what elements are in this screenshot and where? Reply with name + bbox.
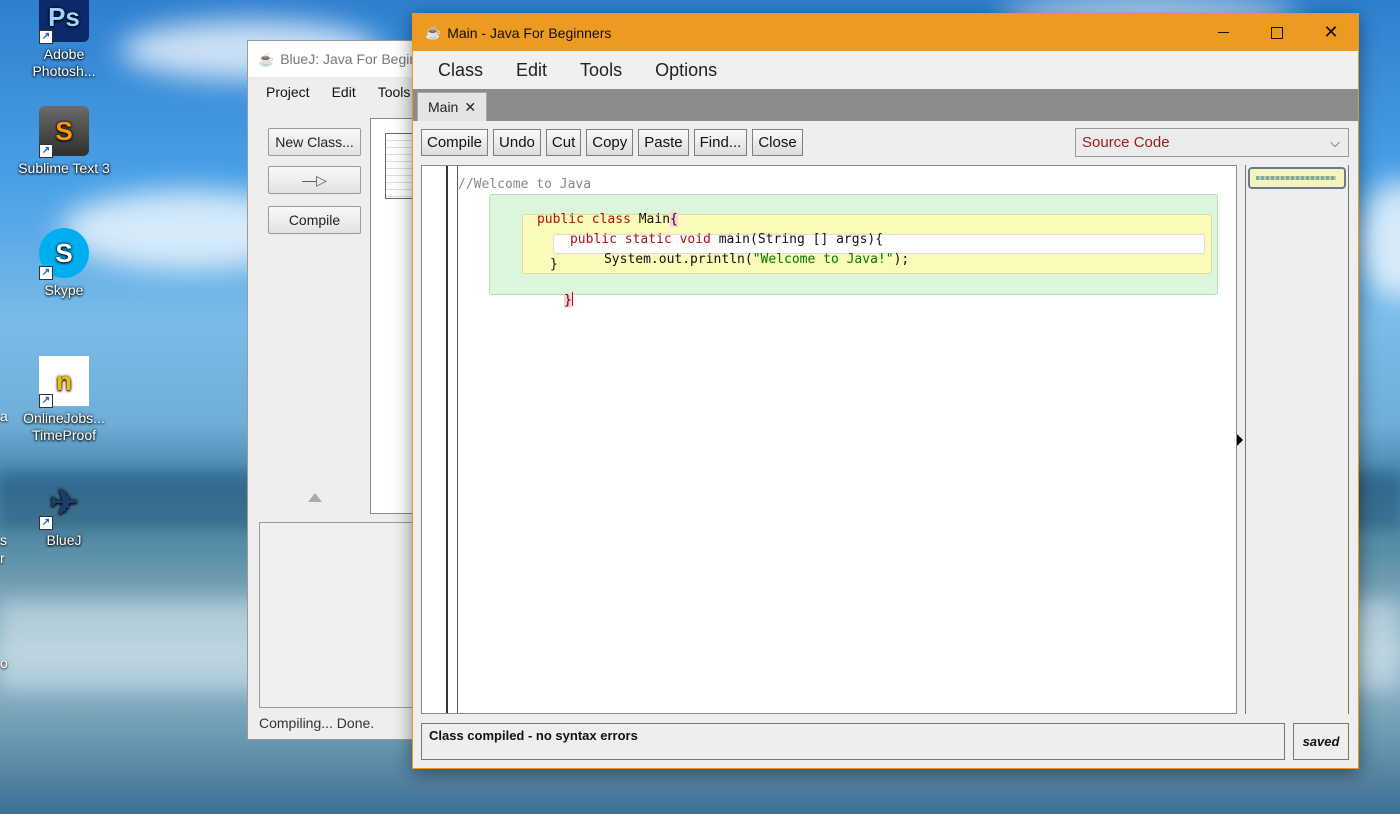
desktop-icon-sublime[interactable]: S ↗ Sublime Text 3 xyxy=(16,106,112,177)
editor-window-title: Main - Java For Beginners xyxy=(447,24,612,41)
shortcut-arrow-icon: ↗ xyxy=(39,266,53,280)
editor-titlebar[interactable]: ☕ Main - Java For Beginners ✕ xyxy=(413,14,1358,51)
java-icon: ☕ xyxy=(425,24,442,40)
maximize-icon xyxy=(1271,26,1283,39)
close-button[interactable]: Close xyxy=(752,129,803,156)
minimize-icon xyxy=(1217,32,1229,33)
close-window-button[interactable]: ✕ xyxy=(1304,14,1358,51)
matched-brace: } xyxy=(563,293,572,308)
line-gutter[interactable] xyxy=(422,166,458,713)
menu-class[interactable]: Class xyxy=(438,60,483,81)
close-icon: ✕ xyxy=(1323,22,1339,42)
inheritance-arrow-button[interactable]: —▷ xyxy=(268,166,361,194)
breakpoint-margin-line xyxy=(446,166,448,713)
compile-button[interactable]: Compile xyxy=(268,206,361,234)
bluej-bird-icon: ✈ ↗ xyxy=(39,478,89,530)
bluej-project-window: ☕ BlueJ: Java For Beginners Project Edit… xyxy=(247,40,430,740)
compiler-message-area: Class compiled - no syntax errors xyxy=(421,723,1285,760)
expand-terminal-icon[interactable] xyxy=(308,493,322,502)
minimize-button[interactable] xyxy=(1196,14,1250,51)
expand-navview-icon[interactable] xyxy=(1237,434,1243,446)
bluej-menubar: Project Edit Tools xyxy=(248,77,426,107)
shortcut-arrow-icon: ↗ xyxy=(39,144,53,158)
desktop-icon-label: BlueJ xyxy=(46,532,82,548)
desktop-icon-label-fragment: r xyxy=(0,550,5,566)
desktop-icon-skype[interactable]: S ↗ Skype xyxy=(16,228,112,299)
code-text: System.out.println( xyxy=(603,252,753,267)
desktop-icon-label: Sublime Text 3 xyxy=(18,160,110,176)
bluej-window-title: BlueJ: Java For Beginners xyxy=(280,51,426,67)
text-caret xyxy=(571,292,573,306)
code-editor[interactable]: //Welcome to Java public class Main{ pub… xyxy=(421,165,1237,714)
desktop-icon-label: OnlineJobs... TimeProof xyxy=(23,410,105,443)
undo-button[interactable]: Undo xyxy=(493,129,541,156)
skype-icon: S ↗ xyxy=(39,228,89,280)
class-box[interactable] xyxy=(385,133,415,199)
sublime-text-icon: S ↗ xyxy=(39,106,89,158)
cut-button[interactable]: Cut xyxy=(545,129,582,156)
editor-menubar: Class Edit Tools Options xyxy=(413,51,1358,89)
code-class-close-brace: } xyxy=(517,277,573,323)
java-icon: ☕ xyxy=(258,52,275,67)
cloud xyxy=(1360,180,1400,300)
new-class-button[interactable]: New Class... xyxy=(268,128,361,156)
desktop-icon-label-fragment: a xyxy=(0,408,8,424)
shortcut-arrow-icon: ↗ xyxy=(39,516,53,530)
view-mode-value: Source Code xyxy=(1082,134,1170,151)
editor-window: ☕ Main - Java For Beginners ✕ Class Edit… xyxy=(412,13,1359,769)
maximize-button[interactable] xyxy=(1250,14,1304,51)
desktop-icon-label-fragment: o xyxy=(0,655,8,671)
bluej-titlebar[interactable]: ☕ BlueJ: Java For Beginners xyxy=(248,41,426,77)
paste-button[interactable]: Paste xyxy=(638,129,689,156)
photoshop-icon: Ps ↗ xyxy=(39,0,89,44)
shortcut-arrow-icon: ↗ xyxy=(39,30,53,44)
close-tab-icon[interactable]: ✕ xyxy=(464,99,476,116)
menu-options[interactable]: Options xyxy=(655,60,717,81)
find-button[interactable]: Find... xyxy=(693,129,748,156)
desktop-icon-bluej[interactable]: ✈ ↗ BlueJ xyxy=(16,478,112,549)
string-literal: "Welcome to Java!" xyxy=(752,252,894,267)
navigation-view[interactable] xyxy=(1245,165,1349,714)
code-println-statement: System.out.println("Welcome to Java!"); xyxy=(557,237,909,282)
editor-toolbar: Compile Undo Cut Copy Paste Find... Clos… xyxy=(421,129,803,156)
shortcut-arrow-icon: ↗ xyxy=(39,394,53,408)
desktop-icon-photoshop[interactable]: Ps ↗ Adobe Photosh... xyxy=(16,0,112,80)
menu-tools[interactable]: Tools xyxy=(580,60,622,81)
code-comment-line: //Welcome to Java xyxy=(458,177,592,192)
object-bench xyxy=(259,522,429,708)
code-text: ); xyxy=(893,252,910,267)
desktop-icon-label: Skype xyxy=(44,282,84,298)
saved-status: saved xyxy=(1293,723,1349,760)
desktop-icon-label: Adobe Photosh... xyxy=(32,46,96,79)
desktop-icon-label-fragment: s xyxy=(0,532,7,548)
menu-edit[interactable]: Edit xyxy=(332,84,356,100)
timeproof-icon: n ↗ xyxy=(39,356,89,408)
tab-main[interactable]: Main ✕ xyxy=(417,92,488,121)
compile-button[interactable]: Compile xyxy=(421,129,489,156)
menu-project[interactable]: Project xyxy=(266,84,310,100)
chevron-down-icon: ⌵ xyxy=(1330,134,1340,150)
bluej-status-text: Compiling... Done. xyxy=(259,715,375,731)
desktop-icon-timeproof[interactable]: n ↗ OnlineJobs... TimeProof xyxy=(16,356,112,444)
copy-button[interactable]: Copy xyxy=(586,129,634,156)
menu-tools[interactable]: Tools xyxy=(378,84,411,100)
tab-label: Main xyxy=(428,99,459,115)
code-method-close-brace: } xyxy=(550,257,558,272)
menu-edit[interactable]: Edit xyxy=(516,60,547,81)
view-mode-select[interactable]: Source Code ⌵ xyxy=(1075,128,1349,157)
navview-code-preview xyxy=(1256,176,1336,180)
editor-tabbar: Main ✕ xyxy=(413,89,1358,121)
navview-viewport-thumb[interactable] xyxy=(1248,167,1346,189)
